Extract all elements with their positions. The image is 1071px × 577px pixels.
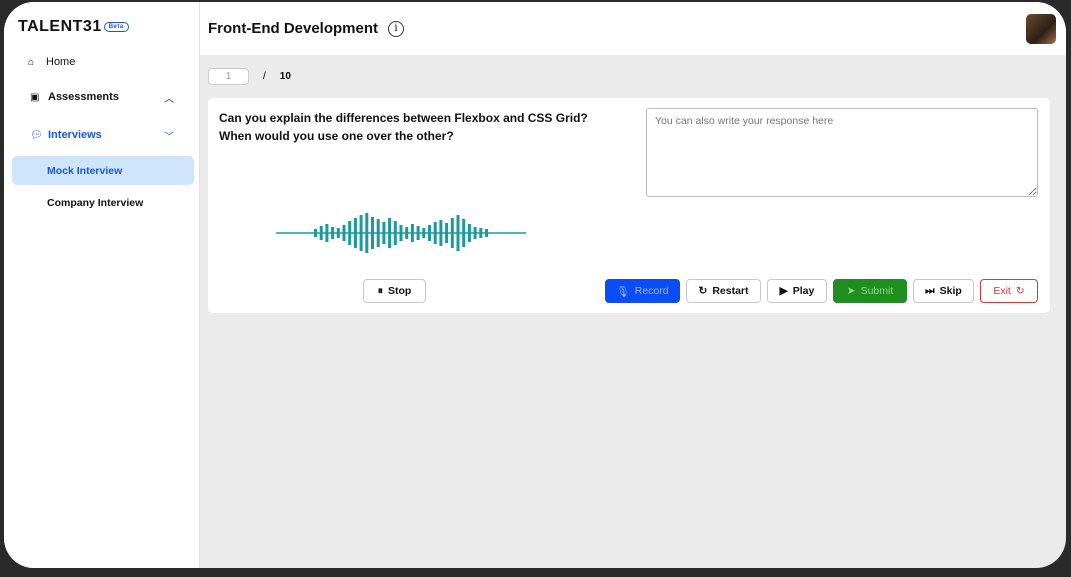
sidebar: TALENT31 Beta ⌂ Home ▣ Assessments ︿ 💬︎ Inter… bbox=[4, 2, 200, 568]
waveform-bar bbox=[433, 222, 437, 244]
chat-icon: 💬︎ bbox=[30, 129, 43, 141]
waveform-bar bbox=[410, 224, 414, 242]
home-icon: ⌂ bbox=[28, 56, 35, 68]
restart-button[interactable]: ↻ Restart bbox=[686, 279, 761, 303]
waveform-bar bbox=[473, 227, 477, 239]
waveform-bar bbox=[325, 224, 329, 242]
pager-separator: / bbox=[263, 71, 266, 82]
info-icon[interactable]: i bbox=[388, 20, 405, 37]
waveform-bar bbox=[371, 217, 374, 249]
label: Skip bbox=[939, 285, 962, 297]
beta-badge: Beta bbox=[103, 22, 129, 32]
waveform-bar bbox=[439, 220, 443, 246]
waveform-bar bbox=[479, 228, 483, 238]
label: Play bbox=[792, 285, 815, 297]
record-button[interactable]: 🎙︎ Record bbox=[605, 279, 680, 303]
send-icon: ➤ bbox=[846, 285, 856, 297]
waveform-bar bbox=[428, 225, 431, 241]
play-button[interactable]: ▶︎ Play bbox=[767, 279, 827, 303]
waveform-bar bbox=[331, 227, 335, 239]
main-content: Front-End Development i 1 / 10 Can you e… bbox=[200, 2, 1066, 568]
pager-total: 10 bbox=[279, 71, 291, 82]
waveform-bar bbox=[467, 224, 471, 242]
waveform-bar bbox=[348, 221, 352, 245]
sidebar-item-company-interview[interactable]: Company Interview bbox=[12, 188, 194, 217]
question-text: Can you explain the differences between … bbox=[219, 111, 588, 143]
question-card: Can you explain the differences between … bbox=[208, 98, 1050, 313]
label: Exit bbox=[993, 285, 1011, 297]
label: Company Interview bbox=[47, 196, 144, 209]
skip-button[interactable]: ⏭︎ Skip bbox=[913, 279, 974, 303]
waveform-bar bbox=[376, 219, 380, 247]
response-input[interactable] bbox=[646, 108, 1038, 197]
app-window: TALENT31 Beta ⌂ Home ▣ Assessments ︿ 💬︎ Inter… bbox=[4, 2, 1066, 568]
clipboard-icon: ▣ bbox=[30, 91, 40, 103]
waveform-bar bbox=[456, 215, 460, 251]
sidebar-item-interviews[interactable]: 💬︎ Interviews ﹀ bbox=[4, 125, 174, 145]
waveform-bar bbox=[382, 222, 386, 244]
pause-icon: ⏸︎ bbox=[377, 284, 383, 297]
waveform-bar bbox=[319, 226, 323, 240]
sidebar-item-mock-interview[interactable]: Mock Interview bbox=[12, 156, 194, 185]
logo[interactable]: TALENT31 Beta bbox=[4, 2, 199, 36]
waveform-bar bbox=[422, 228, 426, 238]
waveform-bar bbox=[416, 226, 420, 240]
label: Record bbox=[634, 285, 669, 297]
waveform-bar bbox=[342, 225, 346, 241]
waveform-bar bbox=[353, 218, 357, 248]
audio-waveform bbox=[276, 213, 526, 253]
logout-icon: ↻ bbox=[1015, 285, 1025, 297]
stop-button[interactable]: ⏸︎ Stop bbox=[363, 279, 426, 303]
label: Home bbox=[46, 56, 76, 68]
waveform-bar bbox=[393, 221, 397, 245]
label: Assessments bbox=[48, 91, 119, 103]
label: Submit bbox=[860, 285, 894, 297]
waveform-bar bbox=[365, 213, 369, 253]
chevron-up-icon: ︿ bbox=[164, 93, 174, 105]
header: Front-End Development i bbox=[200, 2, 1066, 55]
waveform-bar bbox=[462, 219, 466, 247]
waveform-bar bbox=[445, 223, 449, 243]
page-input[interactable]: 1 bbox=[208, 68, 249, 85]
waveform-bar bbox=[388, 218, 392, 248]
logo-text: TALENT31 bbox=[18, 18, 102, 35]
waveform-bar bbox=[450, 218, 454, 248]
waveform-bar bbox=[399, 225, 403, 241]
waveform-bar bbox=[359, 215, 363, 251]
avatar[interactable] bbox=[1026, 14, 1056, 44]
waveform-bar bbox=[485, 229, 488, 237]
label: Stop bbox=[387, 285, 412, 297]
exit-button[interactable]: Exit ↻ bbox=[980, 279, 1038, 303]
submit-button[interactable]: ➤ Submit bbox=[833, 279, 907, 303]
sidebar-item-assessments[interactable]: ▣ Assessments ︿ bbox=[4, 87, 174, 107]
label: Restart bbox=[712, 285, 749, 297]
play-icon: ▶︎ bbox=[779, 285, 788, 297]
restart-icon: ↻ bbox=[698, 285, 708, 297]
pager: 1 / 10 bbox=[208, 68, 291, 85]
waveform-bar bbox=[314, 229, 317, 237]
label: Interviews bbox=[48, 129, 102, 141]
waveform-bar bbox=[405, 227, 409, 239]
page-title: Front-End Development bbox=[208, 20, 379, 37]
waveform-bar bbox=[336, 228, 340, 238]
microphone-icon: 🎙︎ bbox=[616, 285, 630, 298]
sidebar-item-home[interactable]: ⌂ Home bbox=[4, 52, 174, 72]
label: Mock Interview bbox=[47, 164, 123, 177]
skip-icon: ⏭︎ bbox=[925, 284, 935, 297]
chevron-down-icon: ﹀ bbox=[164, 131, 174, 143]
